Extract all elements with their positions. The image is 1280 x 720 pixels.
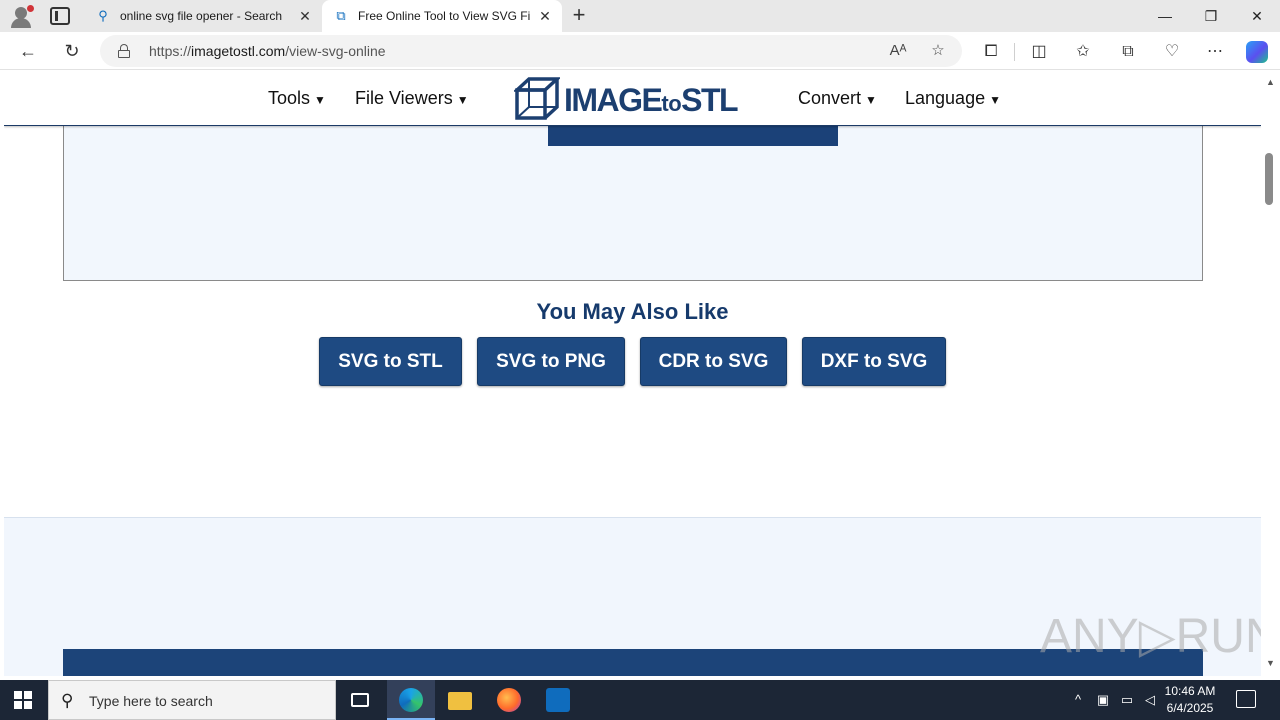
footer-bar [63,649,1203,676]
file-explorer-icon[interactable] [436,680,484,720]
toolbar-divider [1014,43,1015,61]
site-favicon-icon: ⧉ [336,8,346,23]
logo-wordmark: IMAGEtoSTL [564,82,739,118]
refresh-icon[interactable]: ↻ [59,39,85,63]
tab-title: Free Online Tool to View SVG File [358,9,530,23]
close-window-button[interactable]: ✕ [1234,0,1280,32]
tab-search[interactable]: ⚲ online svg file opener - Search ✕ [84,0,322,32]
scroll-down-icon[interactable]: ▼ [1265,658,1276,668]
menu-file-viewers[interactable]: File Viewers ▼ [355,88,469,109]
site-header: Tools ▼ File Viewers ▼ IMAGEtoSTL Convert ▼… [4,71,1261,126]
scroll-thumb[interactable] [1265,153,1273,205]
tab-actions-icon[interactable] [50,7,70,25]
taskbar-clock[interactable]: 10:46 AM 6/4/2025 [1160,683,1220,717]
lock-icon[interactable] [118,44,130,58]
device-icon[interactable]: ▣ [1094,691,1112,709]
taskbar: ⚲ Type here to search ^ ▣ ▭ ◁ 10:46 AM 6… [0,680,1280,720]
new-tab-button[interactable]: + [568,4,590,28]
copilot-icon[interactable] [1246,41,1268,63]
windows-start-icon[interactable] [14,691,32,709]
tab-strip: ⚲ online svg file opener - Search ✕ ⧉ Fr… [0,0,1280,32]
url-text[interactable]: https://imagetostl.com/view-svg-online [149,43,386,59]
favorite-star-icon[interactable]: ☆ [928,41,948,61]
split-screen-icon[interactable]: ◫ [1028,41,1050,63]
extensions-icon[interactable]: ⧠ [980,41,1002,63]
page-scrollbar[interactable]: ▲ ▼ [1261,71,1280,676]
back-arrow-icon[interactable]: ← [15,39,41,63]
close-tab-icon[interactable]: ✕ [538,8,552,24]
address-bar[interactable]: https://imagetostl.com/view-svg-online A… [100,35,962,67]
tab-view-svg[interactable]: ⧉ Free Online Tool to View SVG File ✕ [322,0,562,32]
dxf-to-svg-button[interactable]: DXF to SVG [802,337,946,386]
svg-to-png-button[interactable]: SVG to PNG [477,337,625,386]
volume-icon[interactable]: ◁ [1141,691,1159,709]
close-tab-icon[interactable]: ✕ [298,8,312,24]
more-menu-icon[interactable]: ⋯ [1204,41,1226,63]
outlook-icon[interactable] [534,680,582,720]
profile-avatar-icon[interactable] [8,4,34,28]
minimize-button[interactable]: — [1142,0,1188,32]
site-logo[interactable]: IMAGEtoSTL [514,76,752,122]
task-view-icon[interactable] [336,680,384,720]
search-placeholder: Type here to search [89,693,213,709]
read-aloud-icon[interactable]: Aᴬ [888,41,908,61]
tab-title: online svg file opener - Search [120,9,283,23]
cube-logo-icon [514,77,560,120]
menu-tools[interactable]: Tools ▼ [268,88,326,109]
restore-button[interactable]: ❐ [1188,0,1234,32]
show-hidden-icons-icon[interactable]: ^ [1070,691,1086,709]
search-icon: ⚲ [98,8,108,23]
browser-essentials-icon[interactable]: ♡ [1161,41,1183,63]
search-icon: ⚲ [61,691,74,710]
network-icon[interactable]: ▭ [1118,691,1136,709]
collections-icon[interactable]: ⧉ [1117,41,1139,63]
cdr-to-svg-button[interactable]: CDR to SVG [640,337,787,386]
favorites-icon[interactable]: ✩ [1072,41,1094,63]
edge-taskbar-icon[interactable] [387,680,435,720]
menu-convert[interactable]: Convert ▼ [798,88,877,109]
menu-language[interactable]: Language ▼ [905,88,1001,109]
page-viewport: Tools ▼ File Viewers ▼ IMAGEtoSTL Convert ▼… [4,71,1261,676]
also-like-heading: You May Also Like [536,299,729,324]
taskbar-search-input[interactable]: ⚲ Type here to search [48,680,336,720]
svg-to-stl-button[interactable]: SVG to STL [319,337,462,386]
browser-toolbar: ← ↻ https://imagetostl.com/view-svg-onli… [0,32,1280,70]
notifications-icon[interactable] [1236,690,1256,708]
scroll-up-icon[interactable]: ▲ [1265,77,1276,87]
firefox-icon[interactable] [485,680,533,720]
anyrun-watermark: ANY▷RUN [1040,610,1261,663]
